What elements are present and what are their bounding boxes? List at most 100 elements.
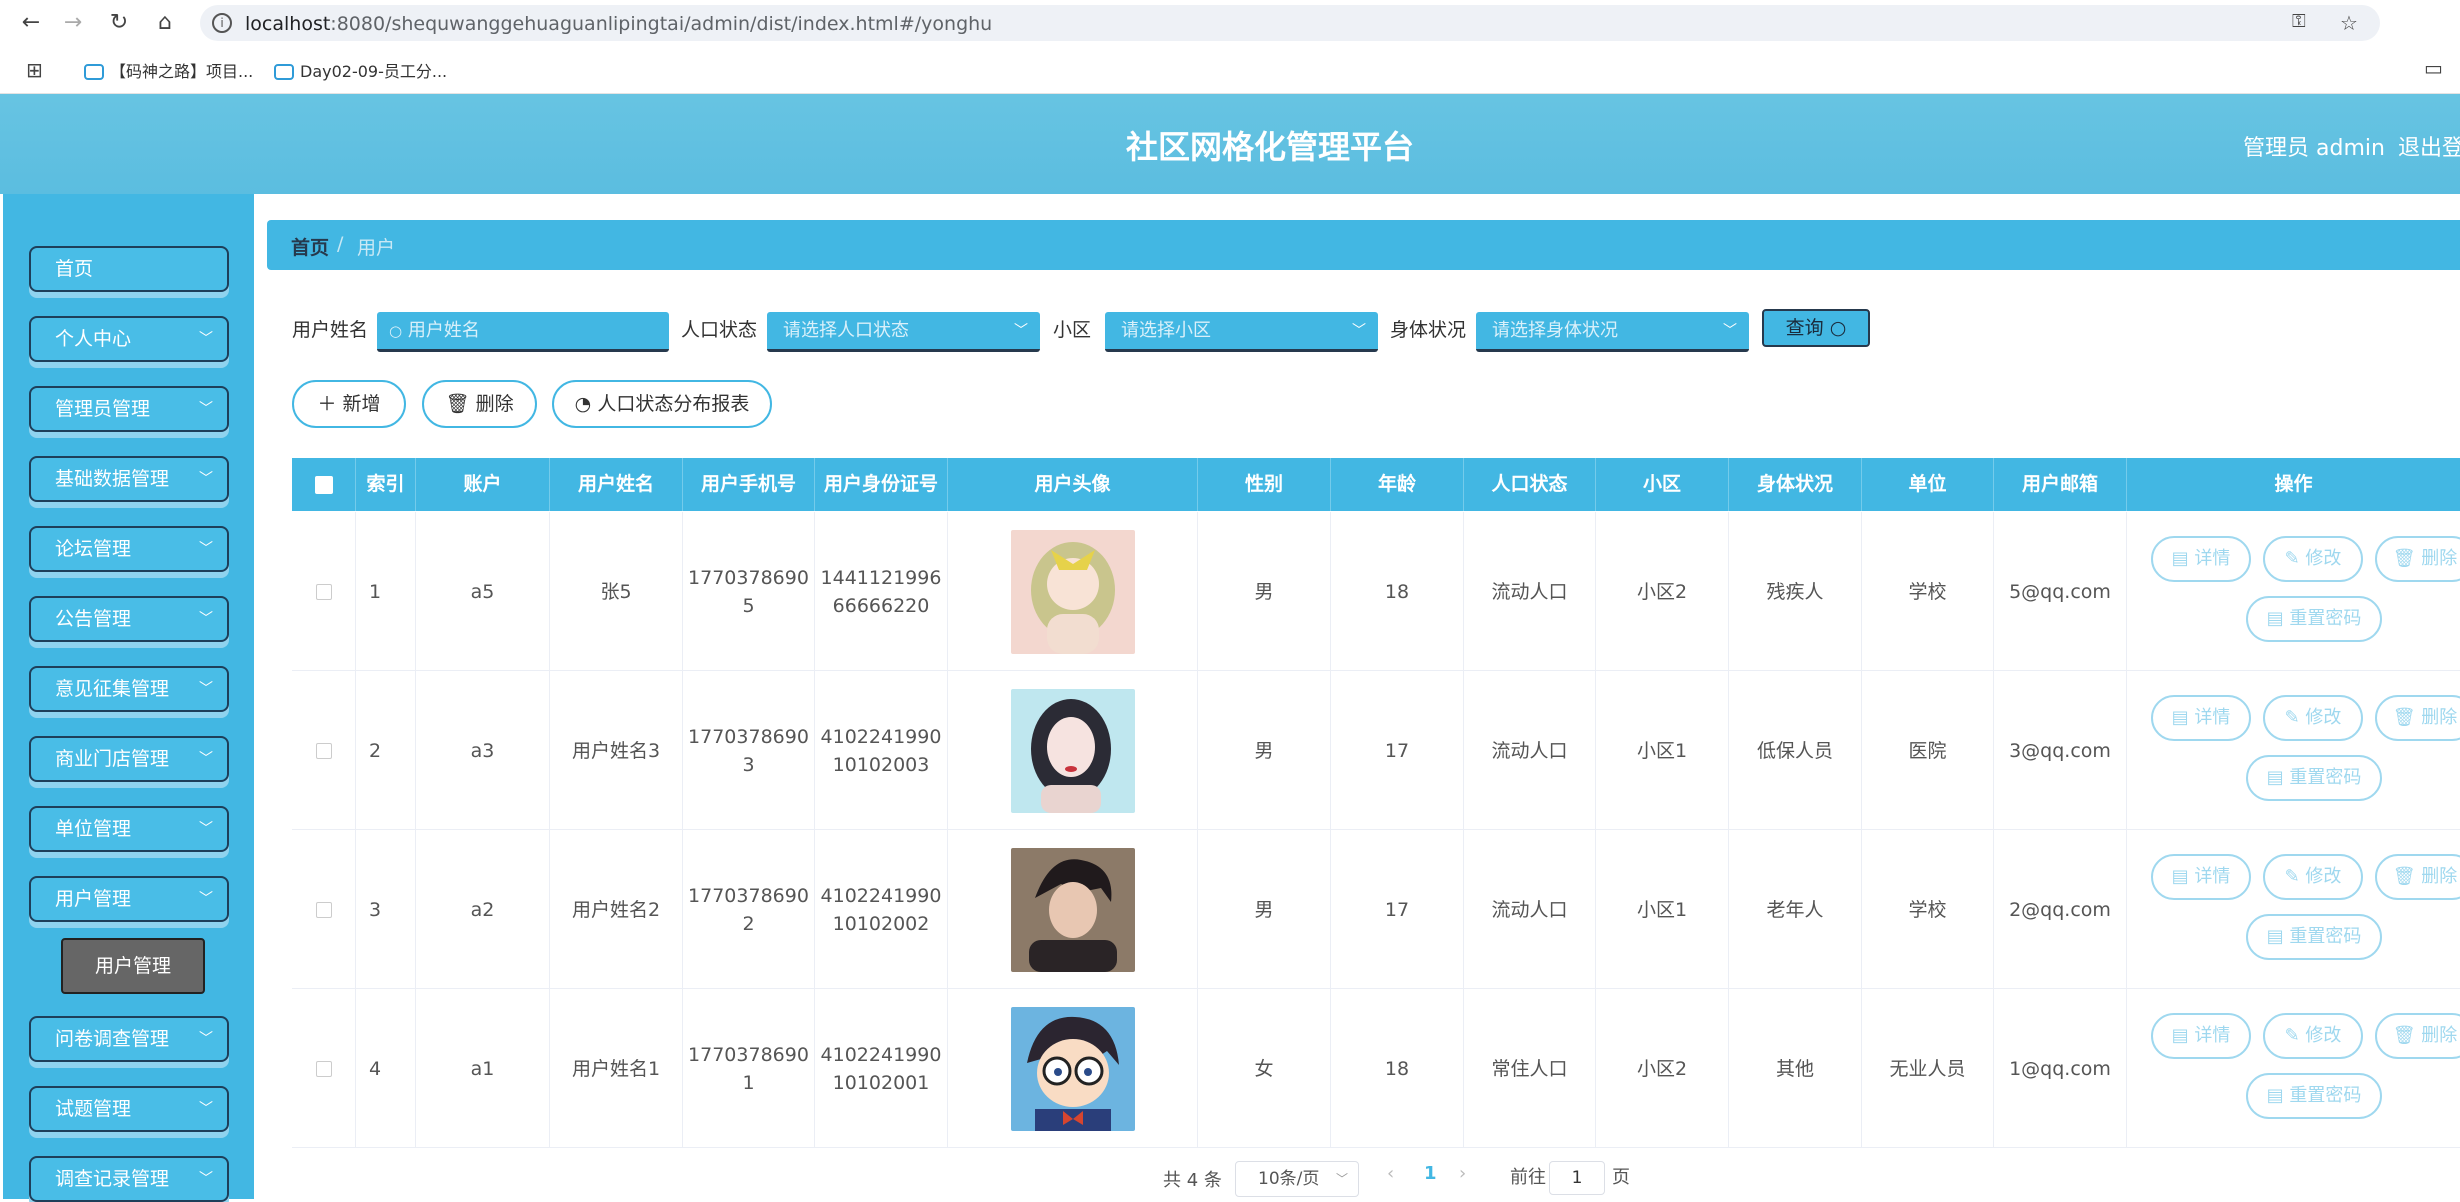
row-checkbox[interactable] — [315, 1060, 332, 1077]
unit-cell: 学校 — [1862, 830, 1994, 989]
page-number-current[interactable]: 1 — [1424, 1163, 1437, 1184]
logout-link[interactable]: 退出登 — [2398, 130, 2460, 162]
avatar[interactable] — [1010, 847, 1135, 972]
prev-page-icon[interactable]: ‹ — [1387, 1163, 1394, 1184]
detail-button[interactable]: ▤ 详情 — [2151, 1013, 2251, 1059]
breadcrumb-current: 用户 — [357, 237, 396, 259]
delete-row-button[interactable]: 🗑 删除 — [2375, 536, 2460, 582]
health-select[interactable]: 请选择身体状况 ﹀ — [1476, 312, 1749, 352]
select-all-checkbox[interactable] — [315, 476, 333, 494]
add-button[interactable]: ＋ 新增 — [292, 380, 406, 428]
chevron-down-icon: ﹀ — [199, 331, 213, 347]
home-icon[interactable]: ⌂ — [150, 8, 180, 38]
breadcrumb-home[interactable]: 首页 — [291, 233, 329, 260]
sidebar-item-units[interactable]: 单位管理 ﹀ — [29, 806, 229, 852]
district-select[interactable]: 请选择小区 ﹀ — [1105, 312, 1378, 352]
index-cell: 3 — [356, 830, 416, 989]
chevron-down-icon: ﹀ — [199, 1101, 213, 1117]
row-checkbox[interactable] — [315, 742, 332, 759]
name-search-input[interactable]: ○ 用户姓名 — [377, 312, 669, 352]
delete-row-button[interactable]: 🗑 删除 — [2375, 1013, 2460, 1059]
ops-cell: ▤ 详情 ✎ 修改 🗑 删除 ▤ 重置密码 — [2127, 989, 2460, 1148]
phone-cell: 1770378690 5 — [683, 512, 815, 671]
page-jump-input[interactable]: 1 — [1549, 1161, 1605, 1195]
reset-password-button[interactable]: ▤ 重置密码 — [2246, 755, 2382, 801]
row-select-cell — [292, 512, 356, 671]
table-row: 4 a1 用户姓名1 1770378690 1 4102241990 1010200… — [292, 989, 2460, 1148]
edit-button[interactable]: ✎ 修改 — [2263, 695, 2363, 741]
sidebar-item-admins[interactable]: 管理员管理 ﹀ — [29, 386, 229, 432]
reset-password-button[interactable]: ▤ 重置密码 — [2246, 914, 2382, 960]
delete-row-button[interactable]: 🗑 删除 — [2375, 854, 2460, 900]
status-select[interactable]: 请选择人口状态 ﹀ — [767, 312, 1040, 352]
chevron-down-icon: ﹀ — [199, 541, 213, 557]
edit-button[interactable]: ✎ 修改 — [2263, 1013, 2363, 1059]
sidebar-item-forum[interactable]: 论坛管理 ﹀ — [29, 526, 229, 572]
delete-row-button[interactable]: 🗑 删除 — [2375, 695, 2460, 741]
gender-cell: 男 — [1198, 830, 1331, 989]
account-cell: a3 — [416, 671, 550, 830]
sidebar-subitem-users[interactable]: 用户管理 — [61, 938, 205, 994]
idcard-cell: 4102241990 10102003 — [815, 671, 948, 830]
sidebar-item-users[interactable]: 用户管理 ﹀ — [29, 876, 229, 922]
site-info-icon[interactable]: i — [212, 13, 232, 33]
avatar[interactable] — [1010, 688, 1135, 813]
name-cell: 张5 — [550, 512, 683, 671]
key-icon[interactable]: ⚿ — [2292, 11, 2306, 32]
age-cell: 18 — [1331, 512, 1464, 671]
row-checkbox[interactable] — [315, 901, 332, 918]
district-cell: 小区2 — [1596, 989, 1729, 1148]
avatar[interactable] — [1010, 1006, 1135, 1131]
table-row: 2 a3 用户姓名3 1770378690 3 4102241990 1010200… — [292, 671, 2460, 830]
column-header: 性别 — [1198, 458, 1331, 511]
page-size-select[interactable]: 10条/页 ﹀ — [1235, 1161, 1359, 1197]
bilibili-icon — [274, 64, 294, 80]
avatar[interactable] — [1010, 529, 1135, 654]
bookmark-item[interactable]: 【码神之路】项目... — [84, 58, 253, 82]
chevron-down-icon: ﹀ — [1335, 1172, 1348, 1186]
address-bar[interactable]: i localhost:8080/shequwanggehuaguanlipin… — [200, 5, 2380, 41]
query-button[interactable]: 查询 ○ — [1762, 309, 1870, 347]
edit-button[interactable]: ✎ 修改 — [2263, 854, 2363, 900]
sidebar-item-shops[interactable]: 商业门店管理 ﹀ — [29, 736, 229, 782]
chevron-down-icon: ﹀ — [199, 1171, 213, 1187]
sidebar-item-survey[interactable]: 问卷调查管理 ﹀ — [29, 1016, 229, 1062]
age-cell: 18 — [1331, 989, 1464, 1148]
phone-cell: 1770378690 1 — [683, 989, 815, 1148]
age-cell: 17 — [1331, 830, 1464, 989]
sidebar-item-profile[interactable]: 个人中心 ﹀ — [29, 316, 229, 362]
health-cell: 残疾人 — [1729, 512, 1862, 671]
detail-button[interactable]: ▤ 详情 — [2151, 854, 2251, 900]
pie-chart-icon: ◔ — [574, 393, 592, 415]
next-page-icon[interactable]: › — [1459, 1163, 1466, 1184]
sidebar-item-questions[interactable]: 试题管理 ﹀ — [29, 1086, 229, 1132]
sidebar-item-opinion[interactable]: 意见征集管理 ﹀ — [29, 666, 229, 712]
forward-icon[interactable]: → — [58, 8, 88, 38]
select-all-cell — [292, 458, 356, 511]
apps-grid-icon[interactable]: ⊞ — [26, 58, 43, 82]
back-icon[interactable]: ← — [16, 8, 46, 38]
row-checkbox[interactable] — [315, 583, 332, 600]
reset-password-button[interactable]: ▤ 重置密码 — [2246, 1073, 2382, 1119]
chevron-down-icon: ﹀ — [199, 401, 213, 417]
email-cell: 1@qq.com — [1994, 989, 2127, 1148]
column-header: 用户身份证号 — [815, 458, 948, 511]
detail-button[interactable]: ▤ 详情 — [2151, 695, 2251, 741]
bookmark-item[interactable]: Day02-09-员工分... — [274, 58, 447, 82]
sidebar-item-basedata[interactable]: 基础数据管理 ﹀ — [29, 456, 229, 502]
unit-cell: 学校 — [1862, 512, 1994, 671]
reload-icon[interactable]: ↻ — [104, 8, 134, 38]
bookmark-star-icon[interactable]: ☆ — [2340, 11, 2358, 35]
detail-button[interactable]: ▤ 详情 — [2151, 536, 2251, 582]
delete-button[interactable]: 🗑 删除 — [422, 380, 537, 428]
chevron-down-icon: ﹀ — [1352, 323, 1366, 339]
report-button[interactable]: ◔ 人口状态分布报表 — [552, 380, 772, 428]
name-cell: 用户姓名3 — [550, 671, 683, 830]
sidebar-item-home[interactable]: 首页 — [29, 246, 229, 292]
sidebar-item-records[interactable]: 调查记录管理 ﹀ — [29, 1156, 229, 1202]
edit-button[interactable]: ✎ 修改 — [2263, 536, 2363, 582]
reset-password-button[interactable]: ▤ 重置密码 — [2246, 596, 2382, 642]
folder-icon[interactable]: ▭ — [2424, 56, 2443, 80]
sidebar-item-notice[interactable]: 公告管理 ﹀ — [29, 596, 229, 642]
column-header: 身体状况 — [1729, 458, 1862, 511]
